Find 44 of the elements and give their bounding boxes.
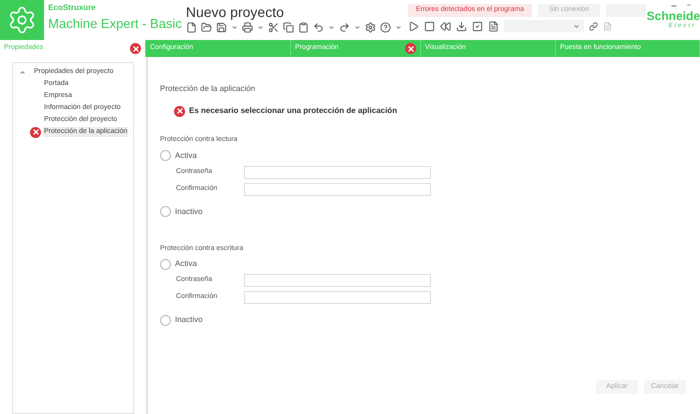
- file-icon[interactable]: [488, 20, 499, 32]
- product-name: Machine Expert - Basic: [48, 15, 182, 33]
- radio-button[interactable]: [160, 314, 171, 326]
- folder-icon[interactable]: [200, 22, 212, 33]
- redo-icon[interactable]: [338, 22, 350, 33]
- radio-label: Activa: [175, 150, 197, 162]
- copy-icon[interactable]: [282, 22, 294, 33]
- rewind-icon[interactable]: [440, 20, 451, 32]
- error-icon: [174, 106, 185, 116]
- clipboard-icon[interactable]: [298, 22, 309, 33]
- radio-button[interactable]: [160, 150, 171, 161]
- error-message: Es necesario seleccionar una protección de aplicación: [189, 105, 398, 117]
- radio-button[interactable]: [160, 206, 171, 217]
- section-title: Protección de la aplicación: [160, 83, 256, 95]
- collapse-icon[interactable]: [19, 68, 26, 76]
- radio-label: Activa: [175, 258, 197, 270]
- scissors-icon[interactable]: [268, 22, 279, 33]
- caret-icon[interactable]: [328, 24, 335, 31]
- input-field[interactable]: [244, 274, 431, 287]
- input-field[interactable]: [244, 182, 431, 196]
- radio-button[interactable]: [160, 258, 171, 270]
- save-icon[interactable]: [216, 22, 227, 33]
- settings-icon[interactable]: [364, 22, 376, 33]
- download-icon[interactable]: [456, 20, 467, 32]
- input-field[interactable]: [244, 166, 431, 178]
- help-icon[interactable]: [380, 22, 391, 33]
- link-icon[interactable]: [588, 22, 598, 30]
- checkbox-icon[interactable]: [472, 20, 483, 32]
- radio-label: Inactivo: [175, 314, 203, 326]
- caret-icon[interactable]: [394, 24, 402, 31]
- undo-icon[interactable]: [312, 22, 324, 33]
- document-icon[interactable]: [186, 22, 197, 33]
- vendor-logo: Schneide: [646, 10, 700, 23]
- play-icon[interactable]: [408, 20, 419, 32]
- caret-icon[interactable]: [230, 24, 238, 31]
- stop-icon[interactable]: [424, 20, 435, 32]
- radio-label: Inactivo: [175, 206, 203, 218]
- printer-icon[interactable]: [242, 22, 253, 33]
- brand-name: EcoStruxure: [48, 3, 97, 13]
- input-field[interactable]: [244, 291, 431, 304]
- caret-icon: [572, 22, 580, 30]
- project-title: Nuevo proyecto: [186, 3, 285, 22]
- caret-icon[interactable]: [354, 24, 361, 31]
- caret-icon[interactable]: [256, 24, 264, 31]
